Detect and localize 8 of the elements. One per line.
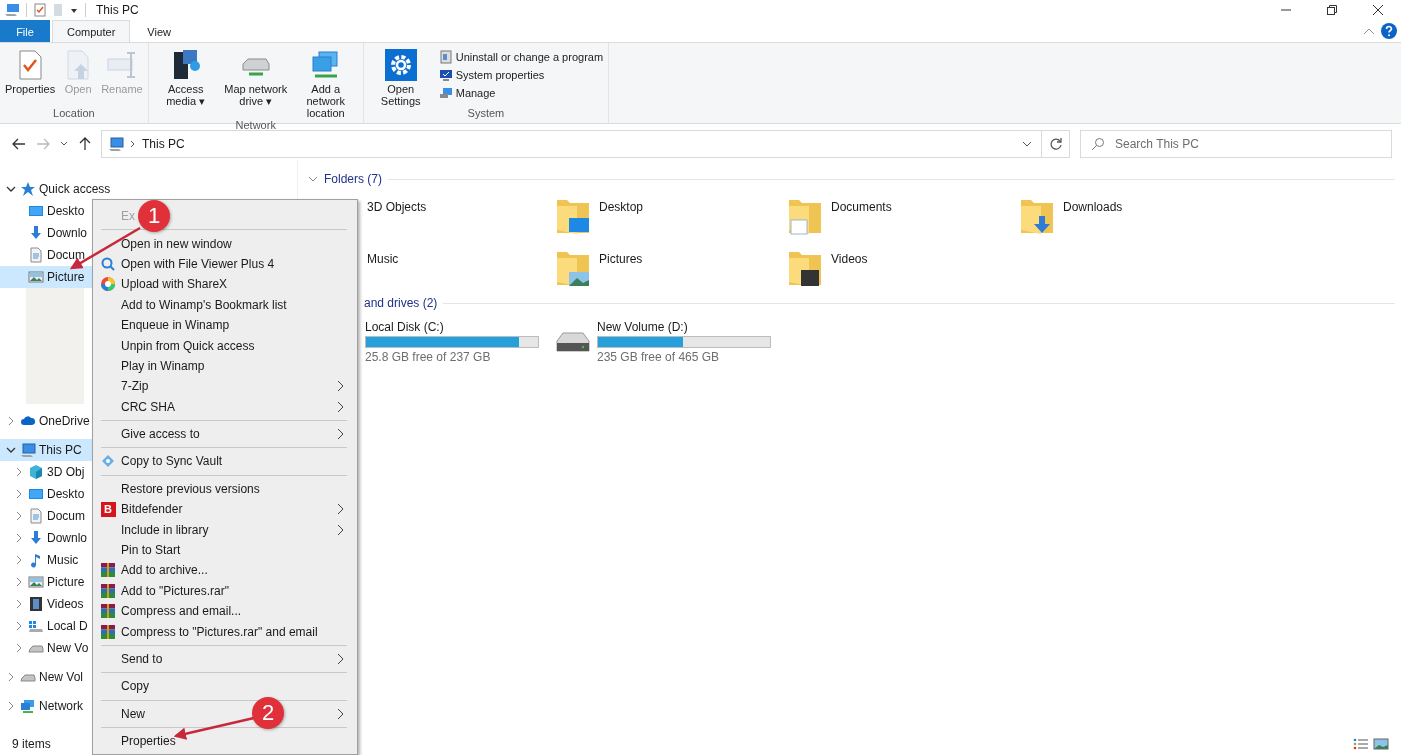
letter-logo-icon: B — [100, 501, 116, 517]
free-space-text: 235 GB free of 465 GB — [597, 350, 721, 364]
item-count: 9 items — [12, 737, 51, 751]
window-title: This PC — [96, 3, 139, 17]
free-space-text: 25.8 GB free of 237 GB — [365, 350, 492, 364]
group-label: System — [466, 107, 506, 121]
group-label: Location — [52, 107, 96, 121]
group-label: Network — [234, 119, 277, 131]
